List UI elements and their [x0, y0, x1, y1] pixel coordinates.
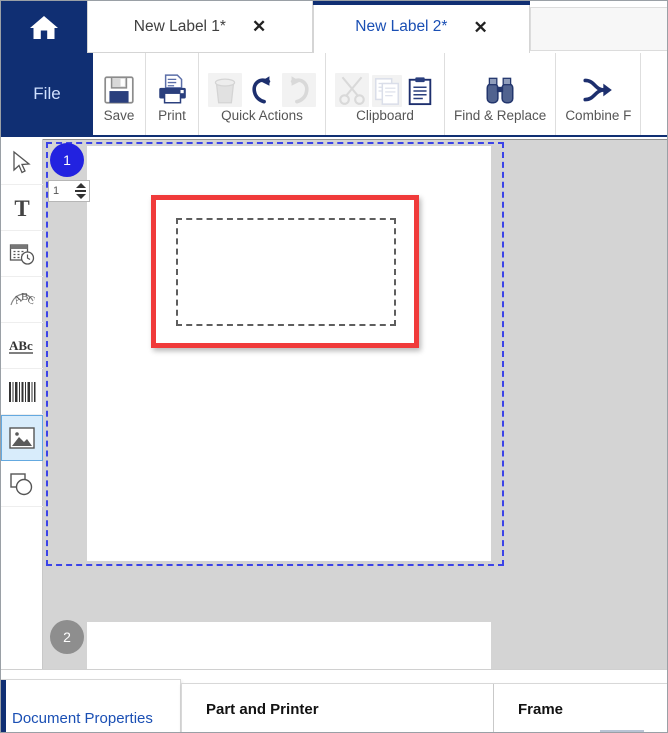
printer-icon[interactable]: [155, 73, 189, 107]
tool-palette: T A B C ABc: [1, 139, 43, 669]
ribbon-group-print[interactable]: Print: [146, 53, 199, 135]
ribbon-group-save[interactable]: Save: [93, 53, 146, 135]
paste-clipboard-icon[interactable]: [405, 75, 435, 107]
bottom-panel: Document Properties Part and Printer Fra…: [1, 669, 667, 732]
cut-scissors-icon: [335, 73, 369, 107]
barcode-tool[interactable]: [1, 369, 43, 415]
tab-label: New Label 1*: [133, 17, 226, 35]
page-number-value[interactable]: 1: [49, 185, 72, 197]
ribbon-group-label: Clipboard: [356, 108, 414, 123]
home-button[interactable]: [1, 1, 87, 53]
copy-pages-icon: [372, 75, 402, 107]
combine-merge-icon[interactable]: [581, 73, 615, 107]
home-icon: [30, 15, 58, 39]
paragraph-text-tool[interactable]: ABc: [1, 323, 43, 369]
file-menu-label: File: [33, 84, 61, 103]
svg-text:ABc: ABc: [9, 338, 33, 353]
ribbon-group-quick-actions[interactable]: Quick Actions: [199, 53, 326, 135]
ribbon-icons: [102, 57, 136, 107]
text-tool[interactable]: T: [1, 185, 43, 231]
file-menu-button[interactable]: File: [1, 53, 93, 135]
curved-text-icon: A B C: [10, 291, 35, 307]
abc-text-icon: ABc: [9, 338, 33, 354]
svg-text:T: T: [14, 196, 29, 220]
ribbon-group-label: Combine F: [565, 108, 632, 123]
page-badge-label: 2: [63, 629, 71, 645]
stepper-divider: [75, 190, 86, 192]
tab-strip-empty-area: [530, 7, 667, 51]
ribbon-group-combine-fields[interactable]: Combine F: [556, 53, 642, 135]
barcode-icon: [9, 381, 36, 402]
chevron-down-icon[interactable]: [75, 194, 86, 199]
redo-arrow-icon: [282, 73, 316, 107]
delete-trash-icon: [208, 73, 242, 107]
close-icon[interactable]: ✕: [473, 19, 487, 36]
image-placeholder-outline: [176, 218, 396, 326]
image-tool[interactable]: [1, 415, 43, 461]
canvas-work-area[interactable]: 1 1 2: [43, 139, 667, 669]
tab-new-label-2[interactable]: New Label 2* ✕: [313, 1, 530, 53]
section-part-and-printer[interactable]: Part and Printer: [182, 683, 494, 732]
shape-tool[interactable]: [1, 461, 43, 507]
tab-new-label-1[interactable]: New Label 1* ✕: [87, 1, 313, 53]
tab-strip: New Label 1* ✕ New Label 2* ✕: [1, 1, 667, 53]
close-icon[interactable]: ✕: [252, 18, 266, 35]
undo-arrow-icon[interactable]: [245, 73, 279, 107]
ribbon-group-label: Print: [158, 108, 186, 123]
page-badge-1[interactable]: 1: [50, 143, 84, 177]
stepper-arrows[interactable]: [72, 181, 89, 201]
image-picture-icon: [9, 427, 35, 449]
ribbon-group-label: Save: [103, 108, 135, 123]
shape-square-circle-icon: [10, 472, 33, 495]
ribbon-icons: [581, 57, 615, 107]
ribbon-group-label: Quick Actions: [221, 108, 303, 123]
ribbon-icons: [483, 57, 517, 107]
ribbon-toolbar: File Save Print Quick Actions Clipboard …: [1, 53, 667, 137]
properties-panel: Part and Printer Frame: [181, 683, 667, 732]
section-label: Part and Printer: [206, 701, 319, 718]
save-floppy-icon[interactable]: [102, 73, 136, 107]
binoculars-icon[interactable]: [483, 73, 517, 107]
document-properties-tab[interactable]: Document Properties: [1, 679, 181, 732]
calendar-clock-icon: [9, 243, 35, 265]
section-label: Frame: [518, 701, 564, 718]
page-number-stepper[interactable]: 1: [48, 180, 90, 202]
label-page-2[interactable]: [87, 622, 491, 669]
page-badge-label: 1: [63, 152, 71, 168]
curved-text-tool[interactable]: A B C: [1, 277, 43, 323]
ribbon-group-clipboard[interactable]: Clipboard: [326, 53, 445, 135]
ribbon-group-label: Find & Replace: [454, 108, 547, 123]
tab-label: New Label 2*: [355, 18, 448, 35]
application-window: New Label 1* ✕ New Label 2* ✕ File Save: [0, 0, 668, 733]
ribbon-icons: [155, 57, 189, 107]
label-page-1[interactable]: [87, 146, 491, 561]
page-badge-2[interactable]: 2: [50, 620, 84, 654]
panel-resize-handle[interactable]: [600, 729, 644, 732]
text-t-icon: T: [14, 196, 29, 220]
document-properties-label: Document Properties: [12, 710, 153, 727]
selected-image-frame[interactable]: [151, 195, 419, 348]
ribbon-icons: [335, 57, 435, 107]
pointer-arrow-icon: [13, 150, 31, 173]
ribbon-icons: [208, 57, 316, 107]
ribbon-group-find-replace[interactable]: Find & Replace: [445, 53, 557, 135]
chevron-up-icon[interactable]: [75, 183, 86, 188]
section-frame[interactable]: Frame: [494, 684, 667, 732]
select-pointer-tool[interactable]: [1, 139, 43, 185]
datetime-tool[interactable]: [1, 231, 43, 277]
